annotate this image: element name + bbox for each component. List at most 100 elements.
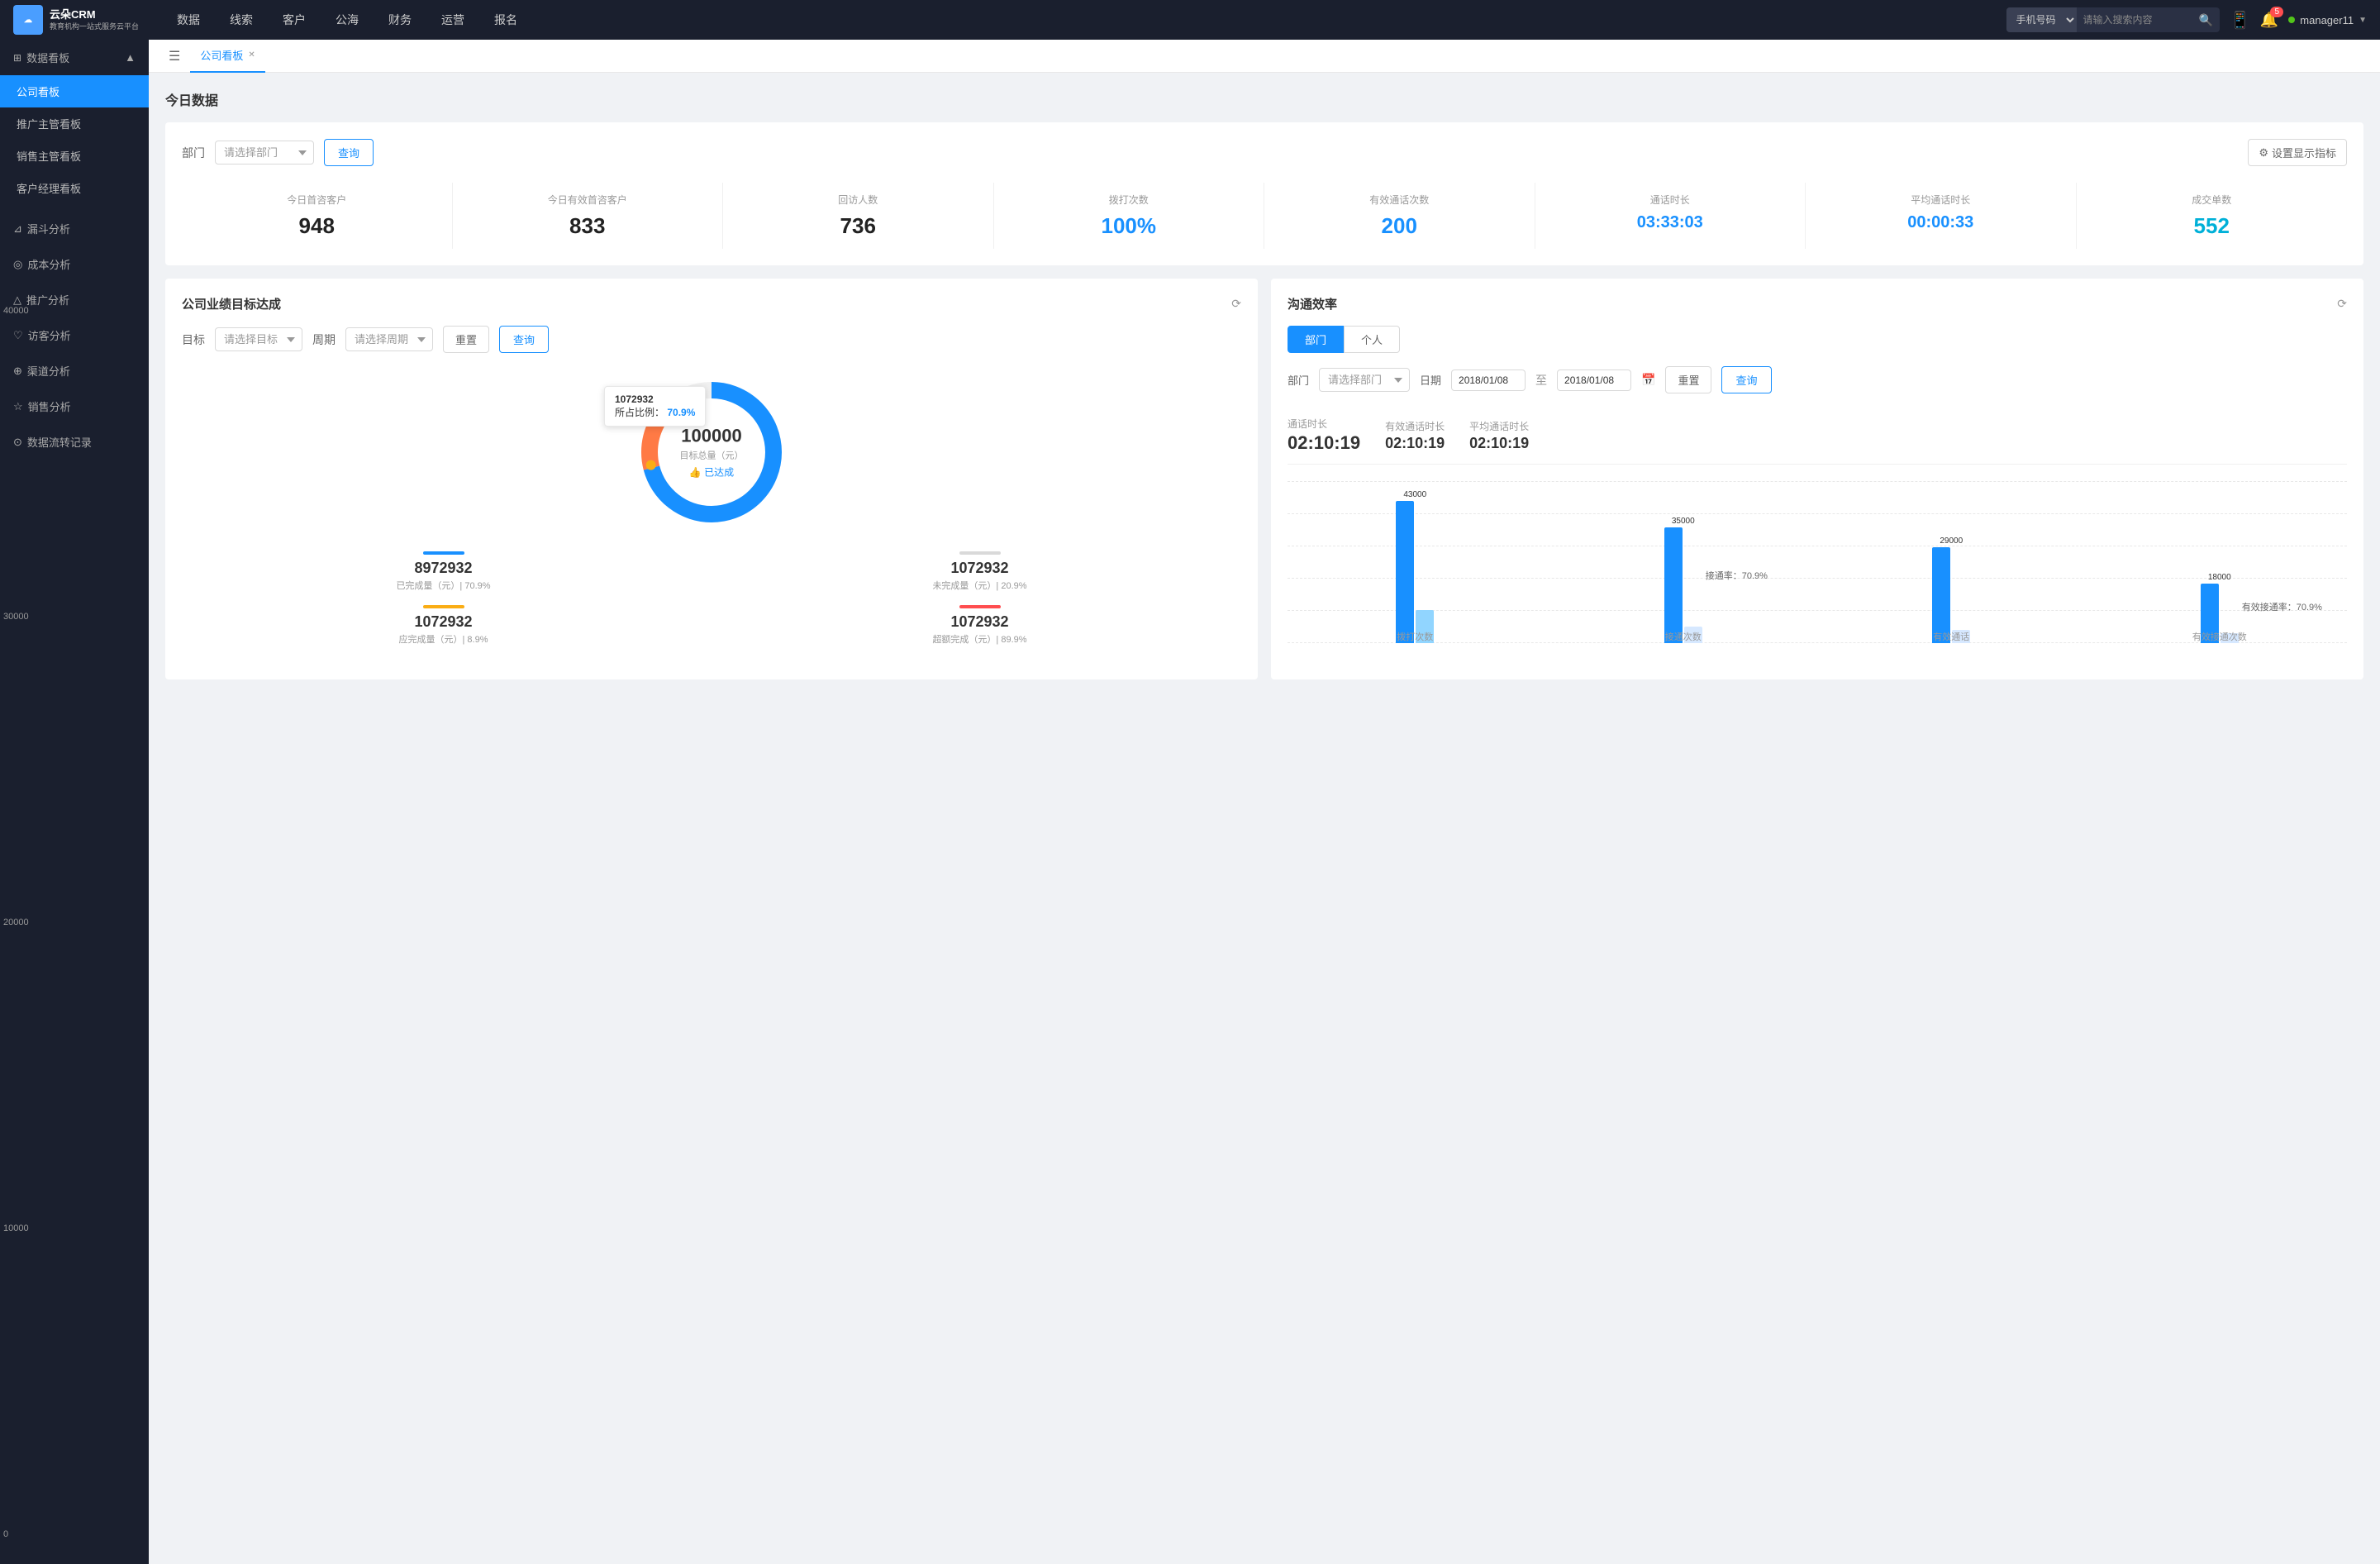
goal-query-button[interactable]: 查询 [499,326,549,353]
goal-stat-completed: 8972932 已完成量（元）| 70.9% [182,551,705,592]
comm-card: 沟通效率 ⟳ 部门 个人 部门 请选择部门 日期 至 [1271,279,2363,679]
bar-group-1: 35000 接通率：70.9% 接通次数 [1556,489,1811,643]
user-area[interactable]: manager11 ▼ [2288,14,2367,26]
goal-card: 公司业绩目标达成 ⟳ 目标 请选择目标 周期 请选择周期 重置 查询 [165,279,1258,679]
talk-time-value: 02:10:19 [1288,432,1360,454]
comm-date-label: 日期 [1420,372,1441,388]
app-body: ⊞ 数据看板 ▲ 公司看板 推广主管看板 销售主管看板 客户经理看板 ⊿ 漏斗分… [0,40,2380,1564]
goal-incomplete-value: 1072932 [718,560,1241,577]
goal-stat-incomplete: 1072932 未完成量（元）| 20.9% [718,551,1241,592]
stat-deals: 成交单数 552 [2077,183,2348,249]
comm-date-to[interactable] [1557,370,1631,391]
search-type-select[interactable]: 手机号码 [2006,7,2077,32]
main-content: ☰ 公司看板 ✕ 今日数据 部门 请选择部门 查询 [149,40,2380,1564]
donut-chart: 1072932 所占比例： 70.9% [629,370,794,535]
notification-icon[interactable]: 🔔 5 [2260,12,2278,29]
search-button[interactable]: 🔍 [2192,7,2220,32]
comm-date-from[interactable] [1451,370,1526,391]
bar-0-main [1396,501,1414,643]
goal-stat-over-complete: 1072932 超额完成（元）| 89.9% [718,605,1241,646]
y-label-3: 20000 [3,918,34,927]
bar-annotation-3: 有效接通率：70.9% [2242,600,2322,613]
nav-customer[interactable]: 客户 [268,0,321,40]
bar-groups: 43000 拨打次数 35000 [1288,481,2347,663]
bar-label-0: 43000 [1403,490,1426,499]
settings-button[interactable]: ⚙ 设置显示指标 [2248,139,2347,166]
page-title: 今日数据 [165,89,2363,109]
comm-section-header: 沟通效率 ⟳ [1288,295,2347,312]
stat-label-5: 通话时长 [1542,193,1799,207]
goal-section-header: 公司业绩目标达成 ⟳ [182,295,1241,312]
avg-time-stat: 平均通话时长 02:10:19 [1469,419,1529,452]
tab-toggle-icon[interactable]: ☰ [162,48,187,64]
mobile-icon[interactable]: 📱 [2230,10,2250,31]
nav-finance[interactable]: 财务 [374,0,426,40]
filter-left: 部门 请选择部门 查询 [182,139,374,166]
logo-text: 云朵CRM 教育机构一站式服务云平台 [50,8,139,32]
settings-icon: ⚙ [2259,146,2268,160]
nav-leads[interactable]: 线索 [215,0,268,40]
goal-reset-button[interactable]: 重置 [443,326,489,353]
stat-revisit: 回访人数 736 [723,183,994,249]
comm-tabs: 部门 个人 [1288,326,2347,353]
goal-stat-should-complete: 1072932 应完成量（元）| 8.9% [182,605,705,646]
chart-inner: 43000 拨打次数 35000 [1288,481,2347,663]
y-label-1: 40000 [3,306,34,316]
bar-label-3: 18000 [2208,573,2231,582]
today-query-button[interactable]: 查询 [324,139,374,166]
comm-reset-button[interactable]: 重置 [1665,366,1711,393]
goal-completed-value: 8972932 [182,560,705,577]
nav-data[interactable]: 数据 [162,0,215,40]
stat-dial-count: 拨打次数 100% [994,183,1265,249]
stat-label-1: 今日有效首咨客户 [459,193,716,207]
two-col-section: 公司业绩目标达成 ⟳ 目标 请选择目标 周期 请选择周期 重置 查询 [165,279,2363,693]
stat-value-5: 03:33:03 [1542,213,1799,232]
nav-operations[interactable]: 运营 [426,0,479,40]
goal-target-select[interactable]: 请选择目标 [215,327,302,351]
tab-company-board[interactable]: 公司看板 ✕ [190,40,264,73]
comm-dept-select[interactable]: 请选择部门 [1319,368,1410,392]
stat-value-0: 948 [188,213,445,239]
nav-public[interactable]: 公海 [321,0,374,40]
tooltip-label: 所占比例： [615,407,664,418]
nav-signup[interactable]: 报名 [479,0,532,40]
today-data-card: 部门 请选择部门 查询 ⚙ 设置显示指标 今日首咨客户 948 [165,122,2363,265]
comm-tab-personal[interactable]: 个人 [1344,326,1400,353]
online-indicator [2288,17,2295,23]
stat-label-3: 拨打次数 [1001,193,1258,207]
comm-dept-label: 部门 [1288,372,1309,388]
comm-refresh-icon[interactable]: ⟳ [2337,297,2347,311]
stat-label-6: 平均通话时长 [1812,193,2069,207]
goal-target-label: 目标 [182,331,205,348]
tab-bar: ☰ 公司看板 ✕ [149,40,2380,73]
bar-pair-0 [1396,501,1434,643]
dept-select[interactable]: 请选择部门 [215,141,314,165]
dept-filter-label: 部门 [182,145,205,161]
bar-chart-container: 50000 40000 30000 20000 10000 0 [1288,481,2347,663]
goal-completed-label: 已完成量（元）| 70.9% [182,579,705,592]
bar-pair-1: 接通率：70.9% [1664,527,1702,643]
calendar-icon: 📅 [1641,373,1655,387]
stat-label-7: 成交单数 [2083,193,2341,207]
nav-items: 数据 线索 客户 公海 财务 运营 报名 [162,0,2006,40]
stat-label-4: 有效通话次数 [1271,193,1528,207]
talk-time-stat: 通话时长 02:10:19 [1288,417,1360,454]
tooltip-pct: 70.9% [667,407,695,418]
stat-value-6: 00:00:33 [1812,213,2069,232]
tab-close-icon[interactable]: ✕ [248,50,255,60]
stat-label-2: 回访人数 [730,193,987,207]
search-input[interactable] [2077,7,2192,32]
goal-period-select[interactable]: 请选择周期 [345,327,433,351]
today-filter-row: 部门 请选择部门 查询 ⚙ 设置显示指标 [182,139,2347,166]
goal-should-value: 1072932 [182,613,705,631]
stat-call-duration: 通话时长 03:33:03 [1535,183,1806,249]
stat-value-2: 736 [730,213,987,239]
y-axis-labels: 50000 40000 30000 20000 10000 0 [0,0,37,1539]
comm-query-button[interactable]: 查询 [1721,366,1771,393]
y-label-5: 0 [3,1529,34,1539]
comm-tab-dept[interactable]: 部门 [1288,326,1344,353]
donut-area: 1072932 所占比例： 70.9% [182,370,1241,535]
bar-group-3: 18000 有效接通率：70.9% 有效接通次数 [2092,489,2348,643]
goal-refresh-icon[interactable]: ⟳ [1231,297,1241,311]
collapse-icon: ▲ [125,51,136,64]
